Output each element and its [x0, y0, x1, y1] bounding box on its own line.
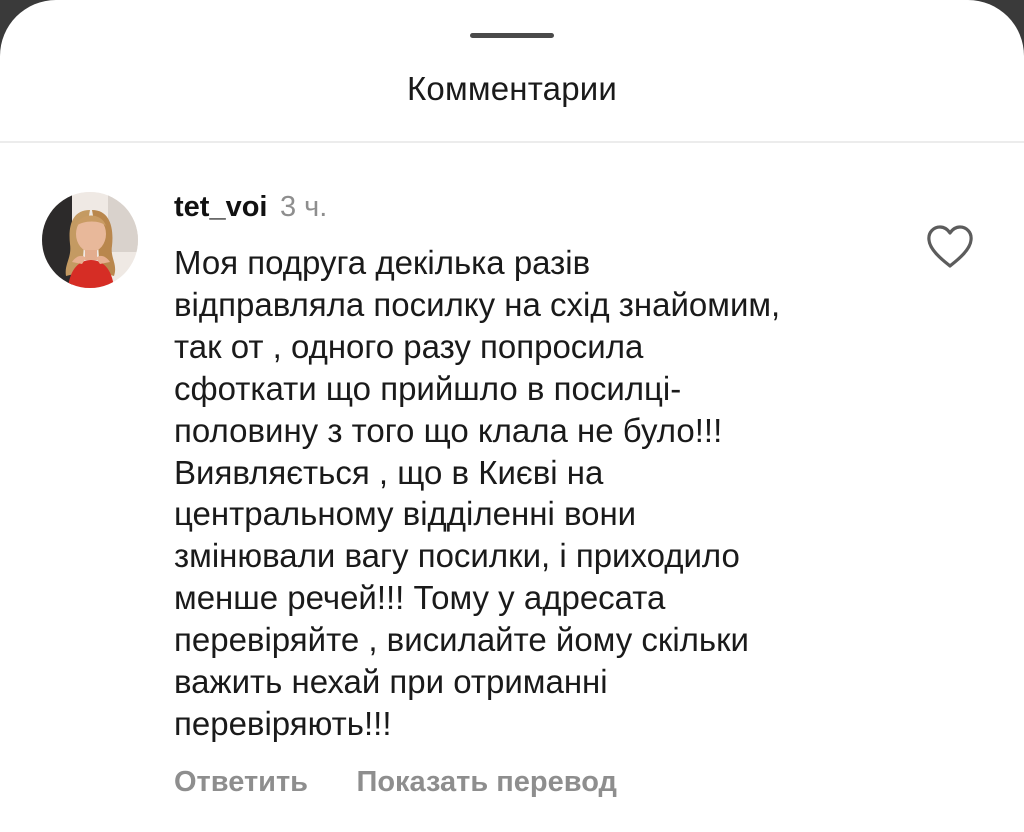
sheet-title: Комментарии	[406, 70, 618, 107]
comment-header: tet_voi 3 ч.	[174, 191, 327, 224]
drag-handle[interactable]	[470, 33, 554, 38]
comment-actions: Ответить Показать перевод	[174, 766, 617, 799]
avatar-photo	[42, 192, 138, 288]
avatar[interactable]	[42, 192, 138, 288]
comment-timestamp: 3 ч.	[279, 191, 328, 223]
heart-outline-icon	[927, 225, 973, 268]
show-translation-button[interactable]: Показать перевод	[356, 766, 616, 799]
reply-button[interactable]: Ответить	[174, 766, 308, 799]
like-button[interactable]	[924, 224, 976, 270]
comment-text: Моя подруга декілька разів відправляла п…	[174, 244, 781, 742]
comment-username[interactable]: tet_voi	[174, 191, 267, 223]
comments-sheet: Комментарии tet_voi 3 ч. Моя подруга дек…	[0, 0, 1024, 832]
header-divider	[0, 141, 1024, 143]
